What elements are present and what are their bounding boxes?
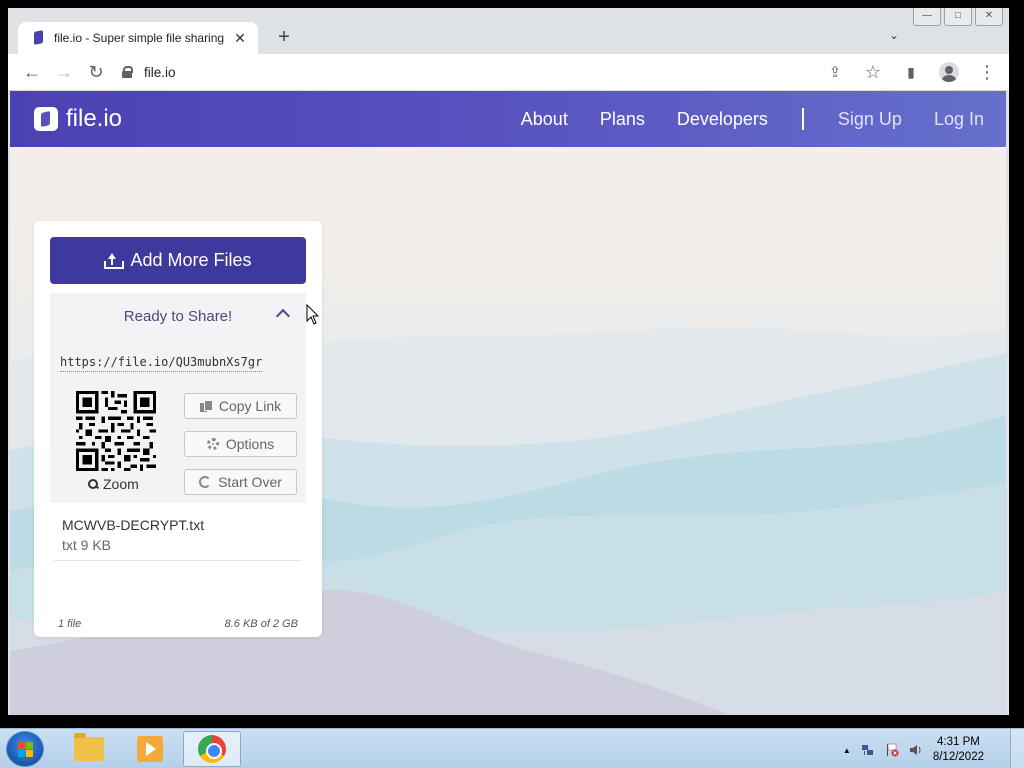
- window-controls: — □ ✕: [913, 8, 1003, 26]
- zoom-label: Zoom: [103, 476, 139, 492]
- url-text[interactable]: file.io: [144, 65, 176, 80]
- browser-menu-icon[interactable]: ⋮: [971, 56, 1003, 88]
- taskbar-chrome[interactable]: [183, 731, 241, 767]
- share-link[interactable]: https://file.io/QU3mubnXs7gr: [60, 355, 263, 372]
- side-panel-icon[interactable]: ▮: [895, 56, 927, 88]
- chrome-icon: [198, 735, 226, 763]
- share-title: Ready to Share!: [123, 307, 233, 325]
- site-logo[interactable]: file.io: [34, 105, 122, 133]
- browser-tab[interactable]: file.io - Super simple file sharing ✕: [18, 22, 258, 54]
- logo-text: file.io: [66, 105, 123, 132]
- nav-about-link[interactable]: About: [521, 109, 568, 130]
- refresh-icon: [199, 476, 212, 488]
- share-panel-header[interactable]: Ready to Share!: [50, 293, 306, 339]
- taskbar-media-player[interactable]: [121, 731, 179, 767]
- upload-card: Add More Files Ready to Share! https://f…: [34, 221, 322, 637]
- chevron-up-icon[interactable]: [275, 308, 291, 324]
- nav-divider: [801, 108, 804, 130]
- file-count: 1 file: [58, 618, 82, 630]
- nav-plans-link[interactable]: Plans: [600, 109, 645, 130]
- options-label: Options: [225, 436, 275, 452]
- mouse-cursor-icon: [306, 304, 320, 325]
- tab-strip: file.io - Super simple file sharing ✕ + …: [8, 8, 1009, 54]
- system-tray: ▲ 4:31 PM 8/12/2022: [843, 735, 984, 765]
- share-panel: Ready to Share! https://file.io/QU3mubnX…: [50, 293, 306, 503]
- nav-login-link[interactable]: Log In: [934, 109, 984, 130]
- copy-link-button[interactable]: Copy Link: [184, 393, 297, 419]
- search-icon: [88, 479, 98, 489]
- file-name: MCWVB-DECRYPT.txt: [62, 517, 205, 533]
- clock-time: 4:31 PM: [937, 736, 980, 748]
- tray-expand-icon[interactable]: ▲: [843, 746, 851, 755]
- start-over-label: Start Over: [218, 474, 282, 490]
- close-window-button[interactable]: ✕: [975, 8, 1003, 26]
- profile-button[interactable]: [933, 56, 965, 88]
- browser-window: file.io - Super simple file sharing ✕ + …: [8, 8, 1009, 715]
- tab-search-chevron-icon[interactable]: ⌄: [889, 28, 899, 42]
- lock-icon[interactable]: [122, 66, 133, 78]
- new-tab-button[interactable]: +: [270, 24, 298, 52]
- media-player-icon: [137, 736, 163, 762]
- folder-icon: [74, 733, 104, 761]
- site-header: file.io About Plans Developers Sign Up L…: [10, 91, 1006, 147]
- maximize-button[interactable]: □: [944, 8, 972, 26]
- copy-link-label: Copy Link: [218, 398, 282, 414]
- options-button[interactable]: Options: [184, 431, 297, 457]
- file-io-favicon-icon: [32, 31, 46, 45]
- browser-toolbar: ← → ↻ file.io ⇪ ☆ ▮ ⋮: [8, 54, 1009, 91]
- gear-icon: [206, 438, 219, 450]
- start-button[interactable]: [6, 731, 44, 767]
- forward-button[interactable]: →: [48, 56, 80, 88]
- start-over-button[interactable]: Start Over: [184, 469, 297, 495]
- qr-code: [76, 391, 156, 471]
- upload-icon: [104, 252, 125, 269]
- clock-date: 8/12/2022: [932, 751, 984, 763]
- nav-signup-link[interactable]: Sign Up: [838, 109, 902, 130]
- system-clock[interactable]: 4:31 PM 8/12/2022: [933, 735, 984, 765]
- tab-title: file.io - Super simple file sharing: [54, 31, 225, 45]
- windows-taskbar: ▲ 4:31 PM 8/12/2022: [0, 728, 1024, 768]
- file-io-logo-icon: [34, 107, 58, 131]
- reload-button[interactable]: ↻: [80, 56, 112, 88]
- avatar-icon: [939, 62, 959, 82]
- file-meta: txt 9 KB: [62, 537, 112, 553]
- show-desktop-button[interactable]: [1010, 729, 1024, 768]
- bookmark-star-icon[interactable]: ☆: [857, 56, 889, 88]
- action-center-flag-icon[interactable]: [885, 743, 899, 757]
- minimize-button[interactable]: —: [913, 8, 941, 26]
- share-page-icon[interactable]: ⇪: [819, 56, 851, 88]
- volume-icon[interactable]: [909, 743, 923, 757]
- file-divider: [54, 560, 302, 561]
- main-nav: About Plans Developers Sign Up Log In: [505, 108, 1000, 130]
- nav-developers-link[interactable]: Developers: [677, 109, 768, 130]
- storage-usage: 8.6 KB of 2 GB: [224, 618, 298, 630]
- back-button[interactable]: ←: [16, 56, 48, 88]
- windows-logo-icon: [18, 742, 34, 758]
- address-bar[interactable]: file.io: [112, 57, 819, 87]
- add-more-files-button[interactable]: Add More Files: [50, 237, 306, 284]
- copy-icon: [199, 400, 213, 412]
- add-more-files-label: Add More Files: [130, 250, 252, 270]
- tab-close-icon[interactable]: ✕: [232, 30, 248, 47]
- zoom-button[interactable]: Zoom: [88, 476, 139, 492]
- network-icon[interactable]: [861, 743, 875, 757]
- taskbar-explorer[interactable]: [60, 731, 118, 767]
- page-viewport: file.io About Plans Developers Sign Up L…: [10, 91, 1006, 715]
